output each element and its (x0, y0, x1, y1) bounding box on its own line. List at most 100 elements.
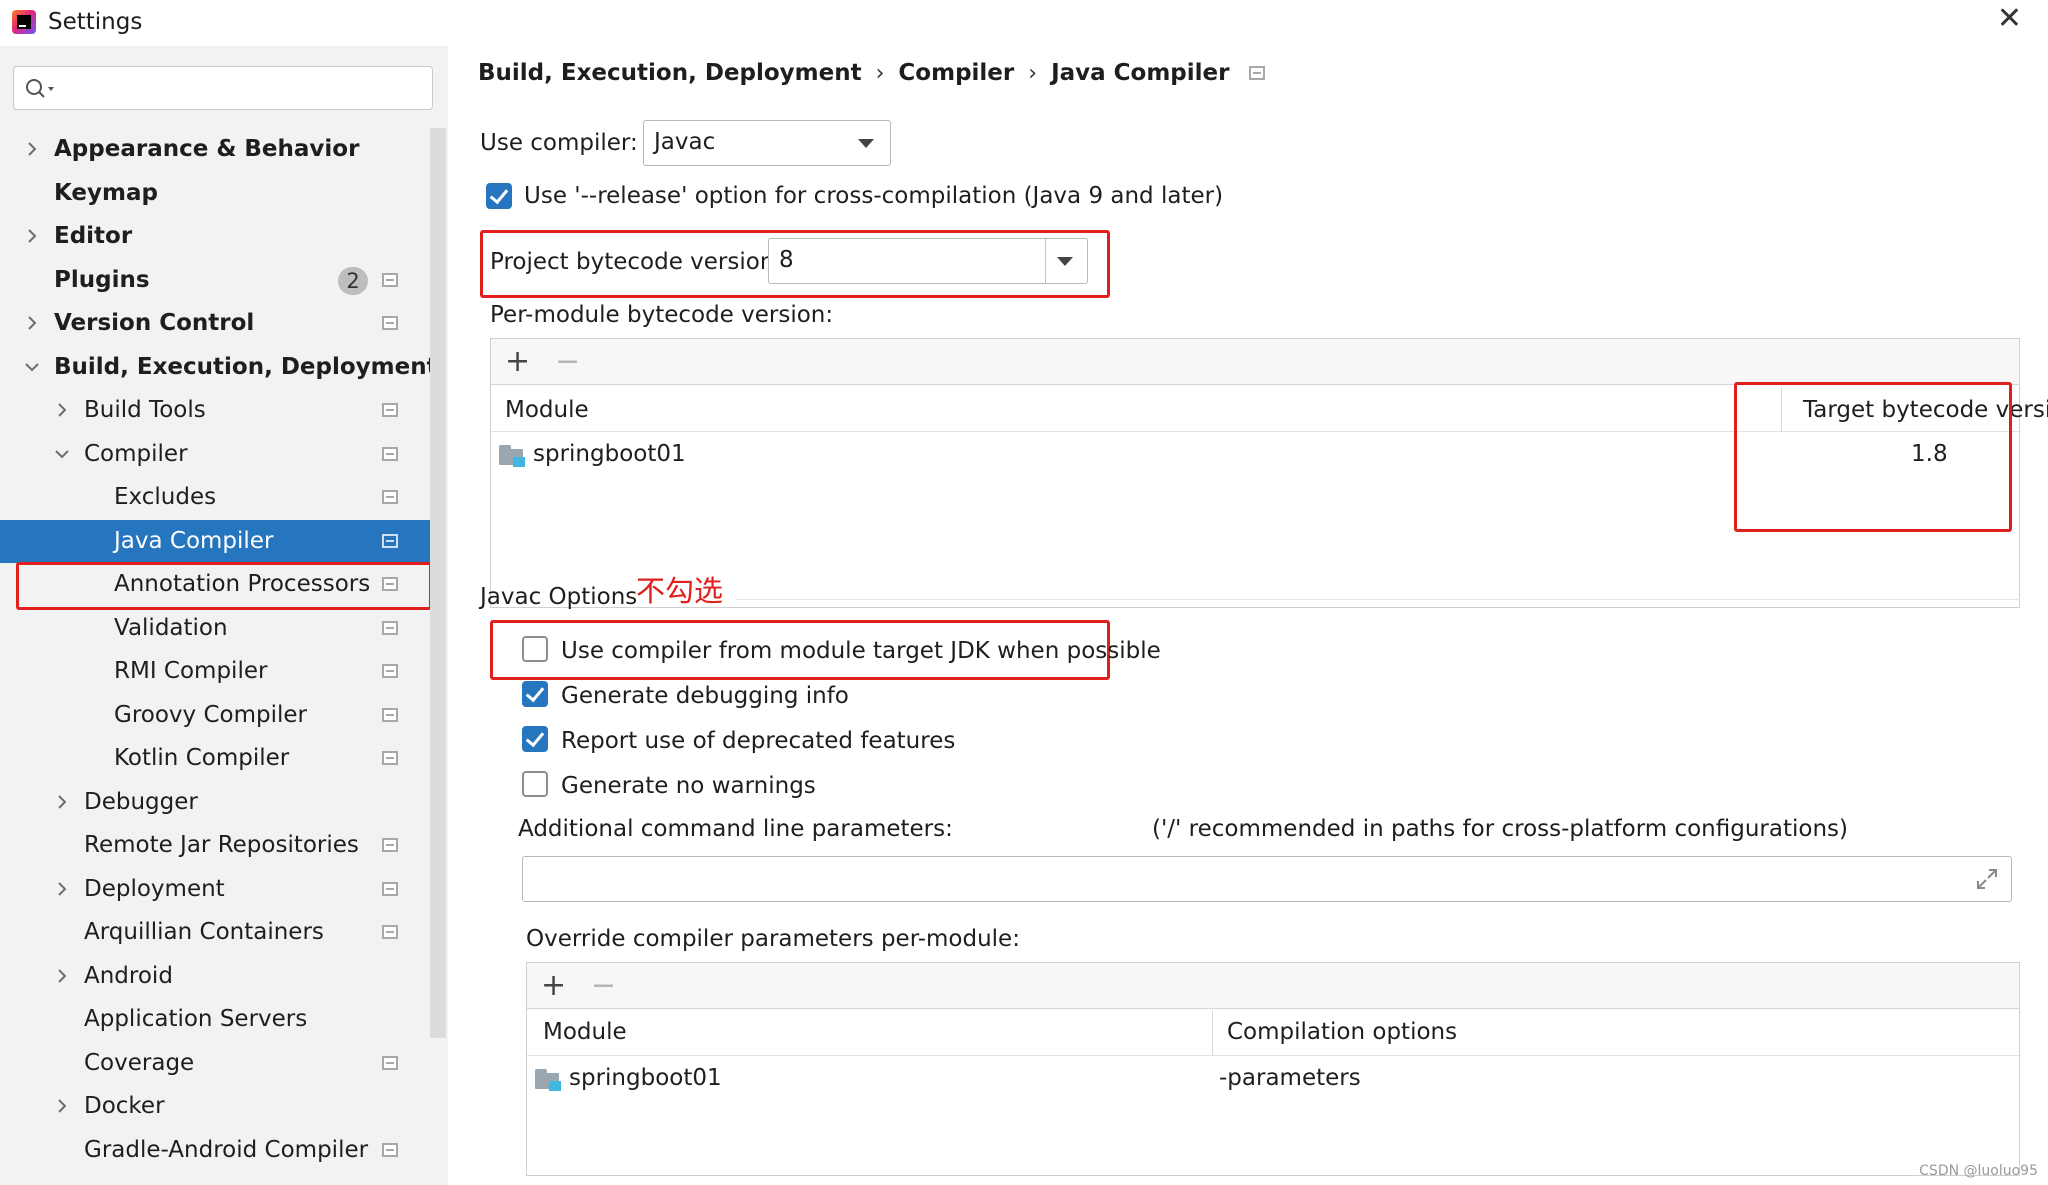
chevron-right-icon[interactable] (54, 881, 70, 897)
sidebar-item-appearance-behavior[interactable]: Appearance & Behavior (0, 128, 430, 171)
javac-option-label: Use compiler from module target JDK when… (561, 638, 1161, 664)
project-scope-icon (382, 925, 398, 939)
sidebar-item-label: Compiler (84, 440, 188, 467)
module-name: springboot01 (533, 441, 686, 467)
header-divider (527, 1055, 2019, 1056)
sidebar-item-debugger[interactable]: Debugger (0, 781, 430, 824)
project-scope-icon (382, 707, 398, 722)
chevron-right-icon[interactable] (24, 141, 40, 157)
sidebar-item-compiler[interactable]: Compiler (0, 433, 430, 476)
javac-option-label: Report use of deprecated features (561, 728, 956, 754)
project-scope-icon (382, 838, 398, 852)
javac-option-checkbox[interactable] (522, 726, 548, 752)
column-header-module[interactable]: Module (543, 1019, 627, 1045)
project-scope-icon (382, 620, 398, 635)
javac-option-label: Generate debugging info (561, 683, 849, 709)
javac-option-checkbox[interactable] (522, 681, 548, 707)
sidebar-item-rmi-compiler[interactable]: RMI Compiler (0, 650, 430, 693)
sidebar-item-label: Coverage (84, 1049, 195, 1076)
sidebar-item-label: Debugger (84, 788, 198, 815)
sidebar-item-label: Android (84, 962, 173, 989)
additional-params-hint: ('/' recommended in paths for cross-plat… (1152, 816, 1848, 842)
sidebar-item-application-servers[interactable]: Application Servers (0, 998, 430, 1041)
project-scope-icon (382, 751, 398, 765)
sidebar-item-build-tools[interactable]: Build Tools (0, 389, 430, 432)
sidebar-item-android[interactable]: Android (0, 955, 430, 998)
project-scope-icon (1249, 66, 1266, 80)
sidebar-item-deployment[interactable]: Deployment (0, 868, 430, 911)
sidebar-item-docker[interactable]: Docker (0, 1085, 430, 1128)
project-scope-icon (382, 272, 398, 287)
sidebar-item-kotlin-compiler[interactable]: Kotlin Compiler (0, 737, 430, 780)
title-bar: Settings ✕ (0, 0, 2048, 46)
release-option-checkbox[interactable] (486, 183, 512, 209)
chevron-right-icon[interactable] (54, 402, 70, 418)
additional-params-input[interactable] (522, 856, 2012, 902)
sidebar-item-build-execution-deployment[interactable]: Build, Execution, Deployment (0, 346, 438, 389)
search-input[interactable] (13, 66, 433, 110)
add-icon[interactable]: + (505, 347, 530, 377)
add-icon[interactable]: + (541, 971, 566, 1001)
project-scope-icon (382, 881, 398, 896)
project-scope-icon (382, 490, 398, 504)
sidebar-item-label: Gradle-Android Compiler (84, 1136, 369, 1163)
release-option-label: Use '--release' option for cross-compila… (524, 183, 1224, 209)
sidebar-item-arquillian-containers[interactable]: Arquillian Containers (0, 911, 430, 954)
use-compiler-label: Use compiler: (480, 130, 638, 156)
use-compiler-select[interactable]: Javac (643, 120, 891, 166)
sidebar-item-coverage[interactable]: Coverage (0, 1042, 430, 1085)
chevron-right-icon[interactable] (54, 1098, 70, 1114)
bytecode-version-value: 8 (779, 247, 794, 273)
sidebar-item-label: Application Servers (84, 1006, 308, 1032)
breadcrumb-item: Java Compiler (1051, 60, 1230, 86)
sidebar-item-label: Plugins (54, 266, 150, 293)
sidebar-item-editor[interactable]: Editor (0, 215, 430, 258)
sidebar-item-label: Editor (54, 223, 133, 249)
bytecode-version-label: Project bytecode version: (490, 249, 783, 275)
sidebar-scrollbar[interactable] (430, 128, 446, 1038)
sidebar-item-label: Validation (114, 614, 228, 641)
sidebar-item-label: RMI Compiler (114, 658, 268, 684)
remove-icon[interactable]: − (591, 971, 616, 1001)
sidebar-item-version-control[interactable]: Version Control (0, 302, 430, 345)
remove-icon[interactable]: − (555, 347, 580, 377)
table-toolbar: + − (491, 339, 2019, 385)
chevron-right-icon[interactable] (24, 228, 40, 244)
javac-option-checkbox[interactable] (522, 636, 548, 662)
expand-icon[interactable] (1975, 867, 1999, 891)
chevron-right-icon[interactable] (54, 794, 70, 810)
search-icon (26, 79, 54, 98)
sidebar-item-keymap[interactable]: Keymap (0, 172, 430, 215)
column-header-module[interactable]: Module (505, 397, 589, 423)
project-scope-icon (382, 403, 398, 417)
sidebar-item-java-compiler[interactable]: Java Compiler (0, 519, 430, 563)
chevron-down-icon[interactable] (54, 446, 70, 462)
javac-option-checkbox[interactable] (522, 771, 548, 797)
sidebar-item-plugins[interactable]: Plugins 2 (0, 259, 430, 302)
update-count-badge: 2 (338, 266, 368, 295)
sidebar-item-excludes[interactable]: Excludes (0, 476, 430, 519)
sidebar-item-remote-jar-repositories[interactable]: Remote Jar Repositories (0, 824, 430, 867)
table-toolbar: + − (527, 963, 2019, 1009)
override-table: + − Module Compilation options springboo… (526, 962, 2020, 1176)
close-icon[interactable]: ✕ (1997, 4, 2022, 34)
compilation-options-value: -parameters (1219, 1065, 1361, 1091)
bytecode-version-select[interactable]: 8 (768, 238, 1088, 284)
javac-option-label: Generate no warnings (561, 773, 816, 799)
chevron-right-icon[interactable] (54, 968, 70, 984)
chevron-down-icon (1057, 257, 1073, 266)
sidebar-item-label: Version Control (54, 310, 255, 336)
sidebar-item-validation[interactable]: Validation (0, 607, 430, 650)
sidebar-item-groovy-compiler[interactable]: Groovy Compiler (0, 694, 430, 737)
project-scope-icon (382, 316, 398, 330)
chevron-right-icon[interactable] (24, 315, 40, 331)
project-scope-icon (382, 1142, 398, 1157)
sidebar-item-label: Build, Execution, Deployment (54, 353, 438, 380)
sidebar-item-label: Remote Jar Repositories (84, 832, 359, 858)
sidebar-item-gradle-android-compiler[interactable]: Gradle-Android Compiler (0, 1129, 430, 1172)
javac-options-label: Javac Options (480, 584, 638, 610)
breadcrumb-item: Compiler (898, 60, 1015, 86)
sidebar-item-label: Deployment (84, 875, 225, 902)
chevron-down-icon[interactable] (24, 359, 40, 375)
column-header-compilation-options[interactable]: Compilation options (1227, 1019, 1457, 1045)
